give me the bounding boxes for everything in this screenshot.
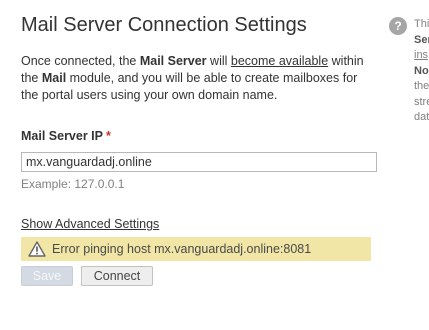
description-bold-mail-server: Mail Server — [139, 54, 207, 68]
help-line: Thi — [414, 18, 429, 30]
connect-button[interactable]: Connect — [81, 266, 153, 286]
help-line: Ser — [414, 33, 429, 46]
description-bold-mail: Mail — [41, 71, 67, 85]
ip-example-hint: Example: 127.0.0.1 — [21, 177, 125, 191]
question-icon: ? — [389, 17, 407, 35]
help-text: Thi Ser ins No the stre dat — [414, 17, 429, 126]
warning-icon — [28, 241, 46, 257]
error-message-bar: Error pinging host mx.vanguardadj.online… — [21, 237, 371, 261]
mail-server-ip-input[interactable] — [21, 152, 377, 172]
description-part: module, and you will be able to create m… — [21, 71, 358, 102]
show-advanced-settings-link[interactable]: Show Advanced Settings — [21, 217, 159, 231]
error-message-text: Error pinging host mx.vanguardadj.online… — [52, 242, 312, 256]
help-line: the — [414, 80, 429, 92]
help-line-link[interactable]: ins — [414, 48, 429, 64]
page-title: Mail Server Connection Settings — [21, 14, 307, 36]
mail-server-ip-label: Mail Server IP * — [21, 129, 111, 143]
become-available-link[interactable]: become available — [231, 54, 328, 68]
description-part: Once connected, the — [21, 54, 140, 68]
help-line: No — [414, 64, 429, 77]
description-text: Once connected, the Mail Server will bec… — [21, 53, 377, 104]
save-button[interactable]: Save — [21, 266, 73, 286]
ip-label-text: Mail Server IP — [21, 129, 103, 143]
description-part: will — [206, 54, 231, 68]
help-line: dat — [414, 111, 429, 123]
mail-server-settings-page: Mail Server Connection Settings Once con… — [0, 0, 429, 330]
required-mark: * — [106, 129, 111, 143]
help-line: stre — [414, 95, 429, 108]
